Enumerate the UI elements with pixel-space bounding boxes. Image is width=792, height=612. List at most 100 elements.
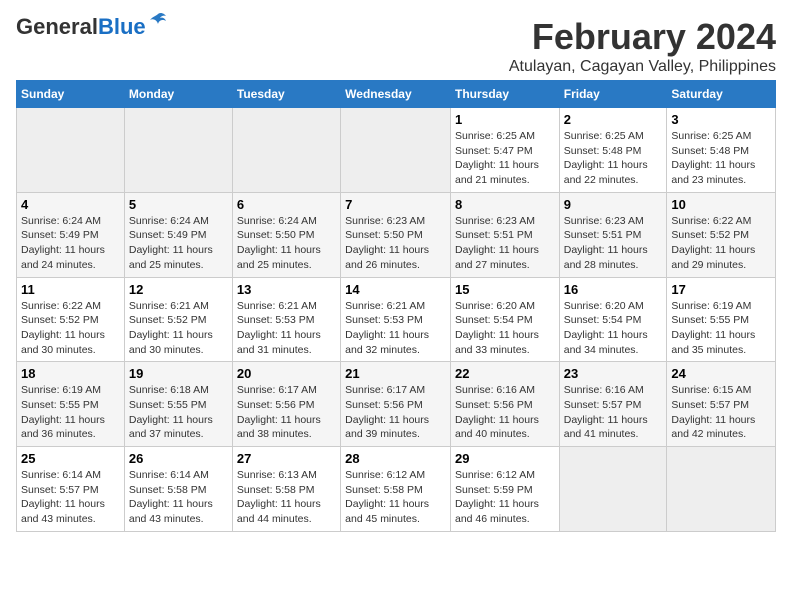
day-number: 6 [237,197,336,212]
calendar-cell: 3Sunrise: 6:25 AM Sunset: 5:48 PM Daylig… [667,108,776,193]
calendar-cell: 24Sunrise: 6:15 AM Sunset: 5:57 PM Dayli… [667,362,776,447]
calendar-cell: 26 Sunrise: 6:14 AM Sunset: 5:58 PM Dayli… [124,447,232,532]
calendar-table: SundayMondayTuesdayWednesdayThursdayFrid… [16,80,776,532]
day-number: 22 [455,366,555,381]
day-info: Sunrise: 6:20 AM Sunset: 5:54 PM Dayligh… [455,299,555,358]
calendar-cell: 21 Sunrise: 6:17 AM Sunset: 5:56 PM Dayli… [341,362,451,447]
calendar-week-row: 18 Sunrise: 6:19 AM Sunset: 5:55 PM Dayli… [17,362,776,447]
day-number: 27 [237,451,336,466]
header-cell-friday: Friday [559,81,667,108]
day-number: 18 [21,366,120,381]
calendar-cell: 15 Sunrise: 6:20 AM Sunset: 5:54 PM Dayli… [450,277,559,362]
calendar-week-row: 25 Sunrise: 6:14 AM Sunset: 5:57 PM Dayli… [17,447,776,532]
day-info: Sunrise: 6:25 AM Sunset: 5:48 PM Dayligh… [564,129,663,188]
day-info: Sunrise: 6:23 AM Sunset: 5:50 PM Dayligh… [345,214,446,273]
calendar-cell [232,108,340,193]
header: GeneralBlue February 2024 Atulayan, Caga… [16,16,776,76]
day-number: 20 [237,366,336,381]
calendar-cell: 2 Sunrise: 6:25 AM Sunset: 5:48 PM Daylig… [559,108,667,193]
day-info: Sunrise: 6:12 AM Sunset: 5:58 PM Dayligh… [345,468,446,527]
calendar-cell: 4 Sunrise: 6:24 AM Sunset: 5:49 PM Daylig… [17,192,125,277]
day-info: Sunrise: 6:19 AM Sunset: 5:55 PM Dayligh… [671,299,771,358]
calendar-cell: 17 Sunrise: 6:19 AM Sunset: 5:55 PM Dayli… [667,277,776,362]
calendar-cell: 27 Sunrise: 6:13 AM Sunset: 5:58 PM Dayli… [232,447,340,532]
day-info: Sunrise: 6:14 AM Sunset: 5:57 PM Dayligh… [21,468,120,527]
day-number: 15 [455,282,555,297]
day-info: Sunrise: 6:21 AM Sunset: 5:52 PM Dayligh… [129,299,228,358]
day-number: 4 [21,197,120,212]
day-info: Sunrise: 6:16 AM Sunset: 5:57 PM Dayligh… [564,383,663,442]
day-info: Sunrise: 6:15 AM Sunset: 5:57 PM Dayligh… [671,383,771,442]
day-info: Sunrise: 6:21 AM Sunset: 5:53 PM Dayligh… [345,299,446,358]
calendar-cell: 13Sunrise: 6:21 AM Sunset: 5:53 PM Dayli… [232,277,340,362]
header-cell-sunday: Sunday [17,81,125,108]
day-number: 26 [129,451,228,466]
day-info: Sunrise: 6:25 AM Sunset: 5:48 PM Dayligh… [671,129,771,188]
calendar-cell: 14 Sunrise: 6:21 AM Sunset: 5:53 PM Dayli… [341,277,451,362]
day-number: 28 [345,451,446,466]
logo-bird-icon [148,12,168,32]
logo-general: General [16,14,98,39]
calendar-cell: 9 Sunrise: 6:23 AM Sunset: 5:51 PM Daylig… [559,192,667,277]
header-cell-tuesday: Tuesday [232,81,340,108]
day-info: Sunrise: 6:17 AM Sunset: 5:56 PM Dayligh… [237,383,336,442]
calendar-week-row: 4 Sunrise: 6:24 AM Sunset: 5:49 PM Daylig… [17,192,776,277]
logo: GeneralBlue [16,16,168,38]
header-cell-wednesday: Wednesday [341,81,451,108]
day-number: 12 [129,282,228,297]
day-info: Sunrise: 6:24 AM Sunset: 5:49 PM Dayligh… [21,214,120,273]
day-number: 7 [345,197,446,212]
day-info: Sunrise: 6:22 AM Sunset: 5:52 PM Dayligh… [21,299,120,358]
day-number: 17 [671,282,771,297]
calendar-week-row: 1Sunrise: 6:25 AM Sunset: 5:47 PM Daylig… [17,108,776,193]
calendar-cell: 5Sunrise: 6:24 AM Sunset: 5:49 PM Daylig… [124,192,232,277]
day-info: Sunrise: 6:13 AM Sunset: 5:58 PM Dayligh… [237,468,336,527]
day-number: 2 [564,112,663,127]
calendar-cell: 19Sunrise: 6:18 AM Sunset: 5:55 PM Dayli… [124,362,232,447]
calendar-cell: 23 Sunrise: 6:16 AM Sunset: 5:57 PM Dayli… [559,362,667,447]
day-number: 5 [129,197,228,212]
day-info: Sunrise: 6:18 AM Sunset: 5:55 PM Dayligh… [129,383,228,442]
page-subtitle: Atulayan, Cagayan Valley, Philippines [509,58,776,76]
day-number: 16 [564,282,663,297]
calendar-cell: 16 Sunrise: 6:20 AM Sunset: 5:54 PM Dayli… [559,277,667,362]
calendar-cell: 1Sunrise: 6:25 AM Sunset: 5:47 PM Daylig… [450,108,559,193]
day-number: 9 [564,197,663,212]
calendar-cell: 22Sunrise: 6:16 AM Sunset: 5:56 PM Dayli… [450,362,559,447]
day-number: 8 [455,197,555,212]
day-info: Sunrise: 6:20 AM Sunset: 5:54 PM Dayligh… [564,299,663,358]
title-block: February 2024 Atulayan, Cagayan Valley, … [509,16,776,76]
calendar-week-row: 11Sunrise: 6:22 AM Sunset: 5:52 PM Dayli… [17,277,776,362]
day-number: 14 [345,282,446,297]
logo-blue: Blue [98,14,146,39]
page-title: February 2024 [509,16,776,58]
day-info: Sunrise: 6:17 AM Sunset: 5:56 PM Dayligh… [345,383,446,442]
day-number: 21 [345,366,446,381]
calendar-cell: 10 Sunrise: 6:22 AM Sunset: 5:52 PM Dayli… [667,192,776,277]
calendar-cell: 11Sunrise: 6:22 AM Sunset: 5:52 PM Dayli… [17,277,125,362]
calendar-cell: 20 Sunrise: 6:17 AM Sunset: 5:56 PM Dayli… [232,362,340,447]
day-info: Sunrise: 6:23 AM Sunset: 5:51 PM Dayligh… [564,214,663,273]
header-cell-monday: Monday [124,81,232,108]
header-cell-saturday: Saturday [667,81,776,108]
day-info: Sunrise: 6:22 AM Sunset: 5:52 PM Dayligh… [671,214,771,273]
day-number: 13 [237,282,336,297]
calendar-cell [667,447,776,532]
day-info: Sunrise: 6:25 AM Sunset: 5:47 PM Dayligh… [455,129,555,188]
day-number: 10 [671,197,771,212]
calendar-cell [124,108,232,193]
calendar-header-row: SundayMondayTuesdayWednesdayThursdayFrid… [17,81,776,108]
day-number: 25 [21,451,120,466]
calendar-cell [341,108,451,193]
day-info: Sunrise: 6:14 AM Sunset: 5:58 PM Dayligh… [129,468,228,527]
calendar-cell: 18 Sunrise: 6:19 AM Sunset: 5:55 PM Dayli… [17,362,125,447]
calendar-cell [559,447,667,532]
day-number: 29 [455,451,555,466]
calendar-cell: 6Sunrise: 6:24 AM Sunset: 5:50 PM Daylig… [232,192,340,277]
logo-text: GeneralBlue [16,16,146,38]
day-info: Sunrise: 6:19 AM Sunset: 5:55 PM Dayligh… [21,383,120,442]
header-cell-thursday: Thursday [450,81,559,108]
calendar-cell [17,108,125,193]
day-number: 23 [564,366,663,381]
calendar-cell: 29Sunrise: 6:12 AM Sunset: 5:59 PM Dayli… [450,447,559,532]
